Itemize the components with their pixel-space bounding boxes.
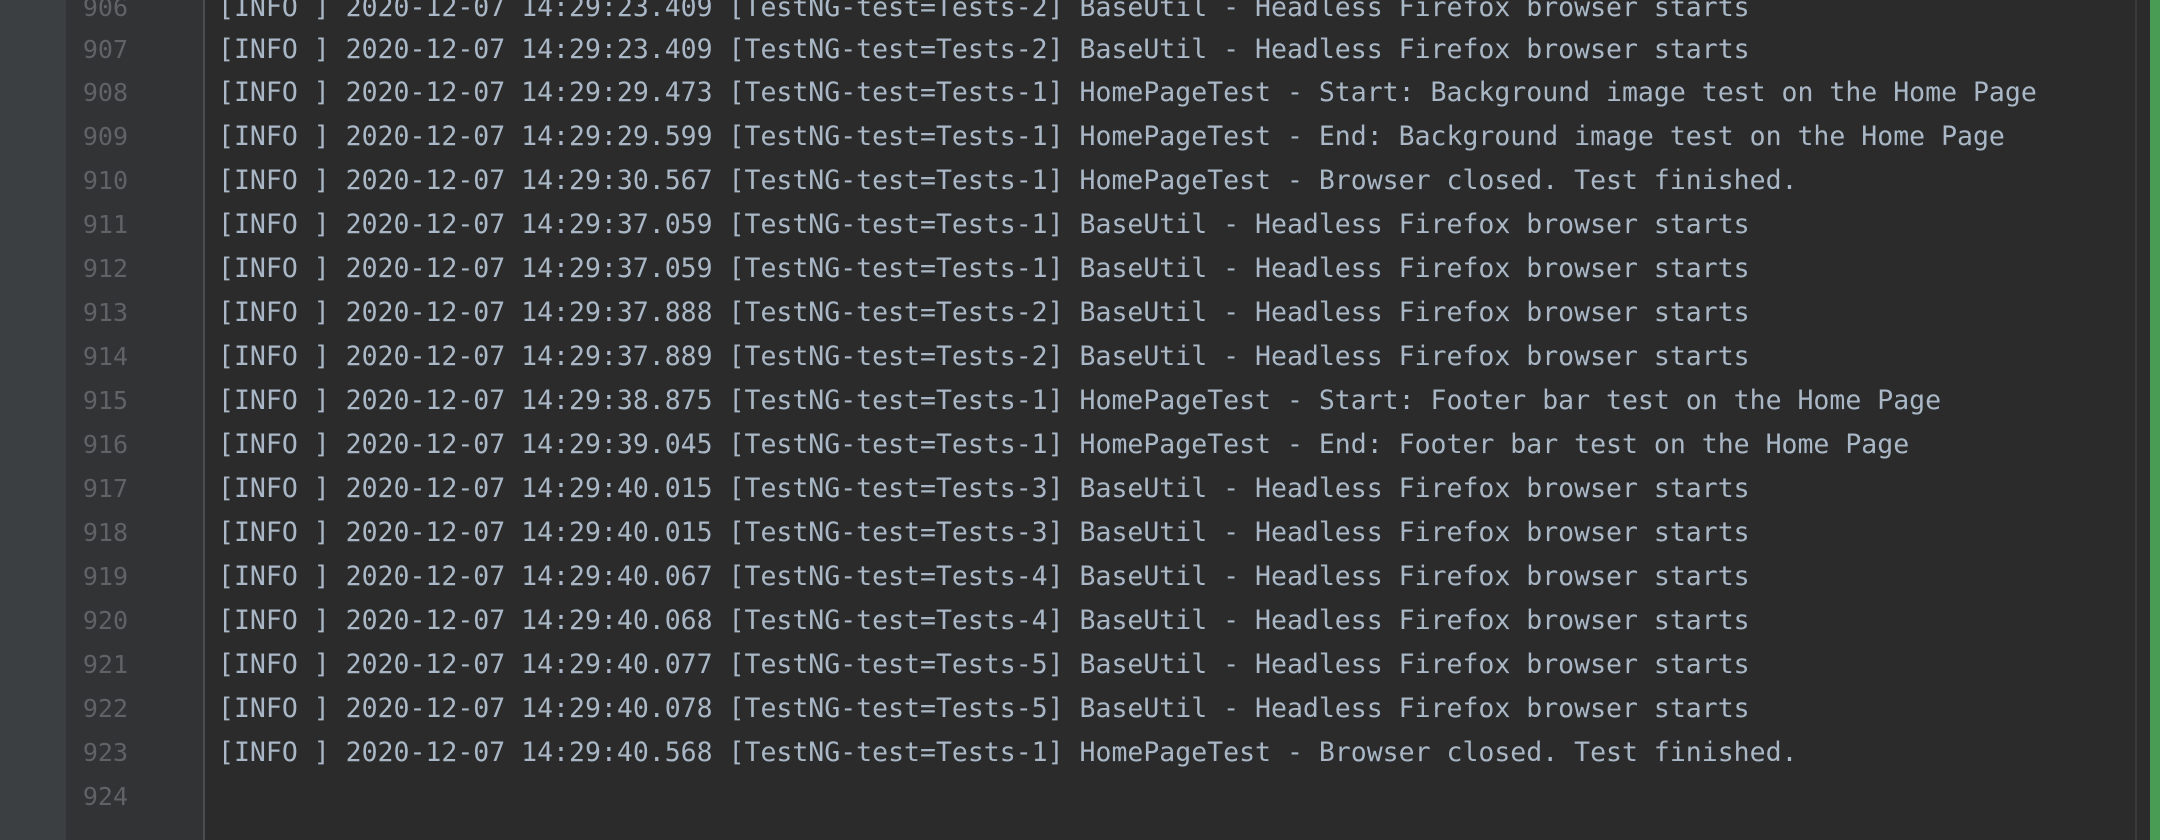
change-marker-bar	[2150, 0, 2160, 840]
log-line[interactable]: [INFO ] 2020-12-07 14:29:37.888 [TestNG-…	[218, 291, 1750, 335]
log-line[interactable]: [INFO ] 2020-12-07 14:29:40.077 [TestNG-…	[218, 643, 1750, 687]
log-line[interactable]: [INFO ] 2020-12-07 14:29:23.409 [TestNG-…	[218, 0, 1750, 30]
log-line[interactable]: [INFO ] 2020-12-07 14:29:37.059 [TestNG-…	[218, 203, 1750, 247]
log-line[interactable]: [INFO ] 2020-12-07 14:29:23.409 [TestNG-…	[218, 28, 1750, 72]
log-line[interactable]: [INFO ] 2020-12-07 14:29:39.045 [TestNG-…	[218, 423, 1909, 467]
log-line[interactable]: [INFO ] 2020-12-07 14:29:40.015 [TestNG-…	[218, 467, 1750, 511]
line-number: 924	[82, 782, 128, 811]
log-line[interactable]: [INFO ] 2020-12-07 14:29:37.889 [TestNG-…	[218, 335, 1750, 379]
line-number: 908	[82, 78, 128, 107]
line-number: 916	[82, 430, 128, 459]
log-line[interactable]: [INFO ] 2020-12-07 14:29:29.473 [TestNG-…	[218, 71, 2037, 115]
line-number: 914	[82, 342, 128, 371]
log-line[interactable]: [INFO ] 2020-12-07 14:29:30.567 [TestNG-…	[218, 159, 1797, 203]
line-number: 921	[82, 650, 128, 679]
log-line[interactable]: [INFO ] 2020-12-07 14:29:40.067 [TestNG-…	[218, 555, 1750, 599]
log-line[interactable]: [INFO ] 2020-12-07 14:29:29.599 [TestNG-…	[218, 115, 2005, 159]
line-number: 912	[82, 254, 128, 283]
line-number: 907	[82, 35, 128, 64]
line-number: 910	[82, 166, 128, 195]
line-number: 919	[82, 562, 128, 591]
line-number: 922	[82, 694, 128, 723]
line-number: 920	[82, 606, 128, 635]
left-tool-strip	[0, 0, 66, 840]
right-scroll-strip[interactable]	[2137, 0, 2150, 840]
line-number: 918	[82, 518, 128, 547]
line-number: 913	[82, 298, 128, 327]
log-line[interactable]: [INFO ] 2020-12-07 14:29:38.875 [TestNG-…	[218, 379, 1941, 423]
line-number: 911	[82, 210, 128, 239]
line-number: 917	[82, 474, 128, 503]
line-number: 915	[82, 386, 128, 415]
log-line[interactable]: [INFO ] 2020-12-07 14:29:40.068 [TestNG-…	[218, 599, 1750, 643]
line-number: 909	[82, 122, 128, 151]
log-line[interactable]: [INFO ] 2020-12-07 14:29:40.568 [TestNG-…	[218, 731, 1797, 775]
line-number: 906	[82, 0, 128, 22]
log-line[interactable]: [INFO ] 2020-12-07 14:29:37.059 [TestNG-…	[218, 247, 1750, 291]
log-line[interactable]: [INFO ] 2020-12-07 14:29:40.078 [TestNG-…	[218, 687, 1750, 731]
log-line[interactable]: [INFO ] 2020-12-07 14:29:40.015 [TestNG-…	[218, 511, 1750, 555]
line-number: 923	[82, 738, 128, 767]
